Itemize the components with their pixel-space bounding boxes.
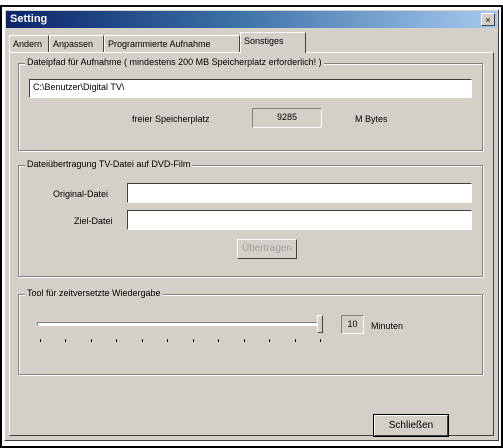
slider-tick bbox=[320, 339, 321, 342]
tab-programmierte-aufnahme[interactable]: Programmierte Aufnahme bbox=[104, 35, 240, 52]
slider-tick bbox=[40, 339, 41, 342]
slider-tick bbox=[65, 339, 67, 342]
slider-tick bbox=[294, 339, 296, 342]
free-space-value: 9285 bbox=[252, 108, 322, 128]
original-file-label: Original-Datei bbox=[53, 189, 109, 199]
slider-tick bbox=[90, 339, 92, 342]
recording-path-group: Dateipfad für Aufnahme ( mindestens 200 … bbox=[18, 57, 483, 151]
slider-tick bbox=[243, 339, 245, 342]
recording-path-field[interactable]: C:\Benutzer\Digital TV\ bbox=[29, 79, 472, 98]
slider-tick bbox=[192, 339, 194, 342]
title-bar[interactable]: Setting × bbox=[6, 11, 497, 28]
window-title: Setting bbox=[10, 13, 48, 25]
tab-panel: Dateipfad für Aufnahme ( mindestens 200 … bbox=[9, 52, 494, 437]
timeshift-group: Tool für zeitversetzte Wiedergabe 10 Min… bbox=[18, 288, 483, 375]
close-button[interactable]: Schließen bbox=[373, 414, 449, 437]
dvd-transfer-group-label: Dateiübertragung TV-Datei auf DVD-Film bbox=[25, 159, 193, 169]
tab-andern[interactable]: Andern bbox=[9, 35, 49, 52]
free-space-unit: M Bytes bbox=[355, 114, 388, 124]
minutes-unit: Minuten bbox=[371, 321, 404, 331]
free-space-label: freier Speicherplatz bbox=[132, 114, 210, 124]
slider-tick bbox=[269, 339, 271, 342]
tab-sonstiges[interactable]: Sonstiges bbox=[240, 32, 306, 53]
recording-path-group-label: Dateipfad für Aufnahme ( mindestens 200 … bbox=[25, 57, 324, 67]
original-file-field[interactable] bbox=[127, 183, 472, 203]
tab-anpassen[interactable]: Anpassen bbox=[49, 35, 104, 52]
slider-tick bbox=[116, 339, 118, 342]
slider-tick bbox=[167, 339, 169, 342]
settings-window: Setting × Andern Anpassen Programmierte … bbox=[4, 9, 499, 441]
close-icon[interactable]: × bbox=[481, 13, 495, 26]
dvd-transfer-group: Dateiübertragung TV-Datei auf DVD-Film O… bbox=[18, 159, 483, 277]
timeshift-slider-track[interactable] bbox=[37, 322, 323, 326]
slider-tick bbox=[141, 339, 143, 342]
timeshift-slider-thumb[interactable] bbox=[317, 315, 323, 333]
target-file-field[interactable] bbox=[127, 210, 472, 230]
timeshift-group-label: Tool für zeitversetzte Wiedergabe bbox=[25, 288, 163, 298]
slider-tick bbox=[218, 339, 220, 342]
minutes-value: 10 bbox=[341, 315, 364, 334]
target-file-label: Ziel-Datei bbox=[74, 216, 113, 226]
frame-top-strip bbox=[0, 0, 503, 7]
transfer-button[interactable]: Übertragen bbox=[237, 239, 297, 259]
